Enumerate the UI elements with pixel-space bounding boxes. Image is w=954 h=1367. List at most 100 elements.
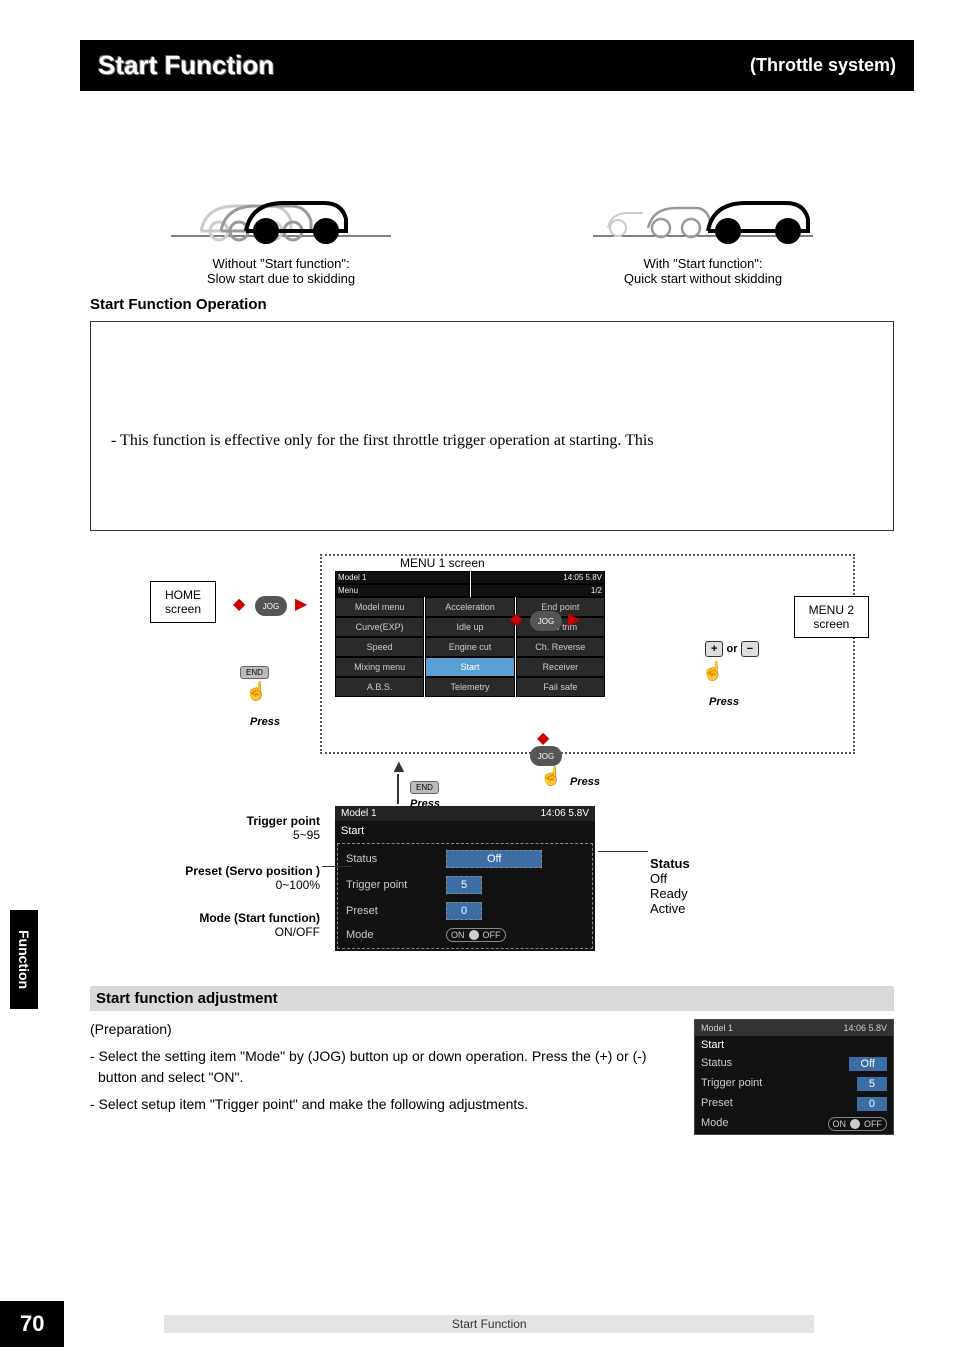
adj-step2: - Select setup item "Trigger point" and … bbox=[90, 1094, 680, 1115]
toggle-knob-icon bbox=[850, 1119, 860, 1129]
start-title-row: Start bbox=[335, 821, 595, 841]
preset-label: Preset bbox=[346, 905, 446, 917]
illus-right-cap2: Quick start without skidding bbox=[512, 271, 894, 286]
jog-button-left[interactable]: JOG bbox=[255, 596, 287, 616]
annot-preset: Preset (Servo position ) 0~100% bbox=[90, 864, 320, 892]
menu1-cell[interactable]: Mixing menu bbox=[335, 657, 424, 677]
press-label-pm: Press bbox=[709, 696, 739, 708]
car-skidding-icon bbox=[171, 171, 391, 251]
footer-title: Start Function bbox=[164, 1315, 814, 1333]
menu1-cell[interactable]: A.B.S. bbox=[335, 677, 424, 697]
annot-status-active: Active bbox=[650, 901, 690, 916]
mode-label: Mode bbox=[346, 929, 446, 941]
menu1-cell[interactable]: Receiver bbox=[516, 657, 605, 677]
mini-status-v: Off bbox=[849, 1057, 887, 1071]
annot-status: Status Off Ready Active bbox=[650, 856, 690, 916]
or-label: or bbox=[727, 643, 738, 655]
header-subtitle: (Throttle system) bbox=[750, 55, 896, 76]
hand-icon: ☝ bbox=[702, 661, 724, 682]
menu1-cell[interactable]: Curve(EXP) bbox=[335, 617, 424, 637]
mini-mode-l: Mode bbox=[701, 1117, 729, 1131]
trigger-label: Trigger point bbox=[346, 879, 446, 891]
adj-prep: (Preparation) bbox=[90, 1019, 680, 1040]
mini-top-right: 14:06 5.8V bbox=[843, 1023, 887, 1033]
menu1-cell[interactable]: Model menu bbox=[335, 597, 424, 617]
start-top-left: Model 1 bbox=[341, 808, 377, 819]
annot-trigger-title: Trigger point bbox=[90, 814, 320, 828]
plus-minus-row: + or − bbox=[705, 641, 759, 657]
end-button-mid[interactable]: END bbox=[410, 781, 439, 794]
trigger-value: 5 bbox=[446, 876, 482, 894]
menu1-cell[interactable]: Ch. Reverse bbox=[516, 637, 605, 657]
annot-trigger-range: 5~95 bbox=[90, 828, 320, 842]
menu1-cell[interactable]: End point bbox=[516, 597, 605, 617]
menu1-cell[interactable]: Telemetry bbox=[425, 677, 514, 697]
mini-mode-off: OFF bbox=[864, 1119, 882, 1129]
menu1-cell[interactable]: Speed bbox=[335, 637, 424, 657]
annot-mode: Mode (Start function) ON/OFF bbox=[90, 911, 320, 939]
menu1-cell[interactable]: Idle up bbox=[425, 617, 514, 637]
menu2-screen-box: MENU 2 screen bbox=[794, 596, 869, 638]
mini-preset-row[interactable]: Preset0 bbox=[695, 1094, 893, 1114]
mini-status-l: Status bbox=[701, 1057, 732, 1071]
menu1-cell-start[interactable]: Start bbox=[425, 657, 514, 677]
start-mode-row[interactable]: Mode ON OFF bbox=[340, 924, 590, 946]
end-button-left[interactable]: END bbox=[240, 666, 269, 679]
press-label-end-left: Press bbox=[250, 716, 280, 728]
car-quickstart-icon bbox=[593, 171, 813, 251]
menu1-cell[interactable]: Engine cut bbox=[425, 637, 514, 657]
jog-button-down[interactable]: JOG bbox=[530, 746, 562, 766]
press-label-jog: Press bbox=[570, 776, 600, 788]
start-status-row[interactable]: Status Off bbox=[340, 846, 590, 872]
mini-trig-row[interactable]: Trigger point 5 bbox=[695, 1074, 893, 1094]
start-preset-row[interactable]: Preset 0 bbox=[340, 898, 590, 924]
annot-status-ready: Ready bbox=[650, 886, 690, 901]
operation-heading: Start Function Operation bbox=[90, 296, 954, 313]
mini-trig-v: 5 bbox=[857, 1077, 887, 1091]
jog-button-mid[interactable]: JOG bbox=[530, 611, 562, 631]
mode-toggle[interactable]: ON OFF bbox=[446, 928, 506, 942]
mode-off: OFF bbox=[483, 930, 501, 940]
toggle-knob-icon bbox=[469, 930, 479, 940]
adjustment-text: (Preparation) - Select the setting item … bbox=[90, 1019, 680, 1135]
mini-preset-l: Preset bbox=[701, 1097, 733, 1111]
illustration-right: With "Start function": Quick start witho… bbox=[512, 171, 894, 286]
page-header: Start Function (Throttle system) bbox=[80, 40, 914, 91]
adj-step1: - Select the setting item "Mode" by (JOG… bbox=[90, 1046, 680, 1088]
annot-trigger: Trigger point 5~95 bbox=[90, 814, 320, 842]
mini-status-row[interactable]: Status Off bbox=[695, 1054, 893, 1074]
illus-right-cap1: With "Start function": bbox=[512, 256, 894, 271]
mini-screen: Model 1 14:06 5.8V Start Status Off Trigge… bbox=[694, 1019, 894, 1135]
menu1-top-right: 14:05 5.8V bbox=[471, 571, 606, 584]
plus-button[interactable]: + bbox=[705, 641, 723, 657]
start-screen: Model 1 14:06 5.8V Start Status Off Trig… bbox=[335, 806, 595, 951]
status-value: Off bbox=[446, 850, 542, 868]
mini-title: Start bbox=[695, 1036, 893, 1054]
annot-mode-title: Mode (Start function) bbox=[90, 911, 320, 925]
mini-top-left: Model 1 bbox=[701, 1023, 733, 1033]
page-number: 70 bbox=[0, 1301, 64, 1347]
operation-box: - This function is effective only for th… bbox=[90, 321, 894, 531]
operation-box-text: - This function is effective only for th… bbox=[111, 432, 654, 449]
start-trigger-row[interactable]: Trigger point 5 bbox=[340, 872, 590, 898]
home-screen-box: HOME screen bbox=[150, 581, 216, 623]
annot-preset-range: 0~100% bbox=[90, 878, 320, 892]
minus-button[interactable]: − bbox=[741, 641, 759, 657]
side-tab-function: Function bbox=[10, 910, 38, 1009]
illustration-left: Without "Start function": Slow start due… bbox=[90, 171, 472, 286]
mini-mode-row[interactable]: Mode ONOFF bbox=[695, 1114, 893, 1134]
menu1-cell[interactable]: Acceleration bbox=[425, 597, 514, 617]
adjustment-heading: Start function adjustment bbox=[90, 986, 894, 1011]
page-footer: 70 Start Function bbox=[0, 1301, 914, 1347]
menu1-screen: Model 114:05 5.8V Menu1/2 Model menuAcce… bbox=[335, 571, 605, 697]
illustration-row: Without "Start function": Slow start due… bbox=[90, 171, 894, 286]
mode-on: ON bbox=[451, 930, 465, 940]
annot-status-off: Off bbox=[650, 871, 690, 886]
mini-mode-toggle[interactable]: ONOFF bbox=[828, 1117, 888, 1131]
annot-preset-title: Preset (Servo position ) bbox=[90, 864, 320, 878]
menu1-sub-left: Menu bbox=[335, 584, 470, 597]
hand-icon: ☝ bbox=[245, 681, 267, 702]
menu1-cell[interactable]: Fail safe bbox=[516, 677, 605, 697]
menu1-label: MENU 1 screen bbox=[400, 556, 485, 570]
mini-trig-l: Trigger point bbox=[701, 1077, 762, 1091]
